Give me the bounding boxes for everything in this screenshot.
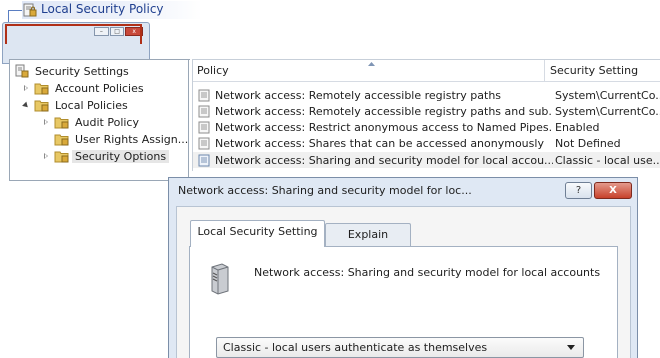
server-icon (211, 263, 229, 295)
highlight-frame (5, 24, 142, 44)
table-row[interactable]: Network access: Remotely accessible regi… (193, 103, 660, 119)
folder-lock-icon (34, 83, 49, 95)
policy-setting: System\CurrentCo... (555, 88, 660, 102)
tree-item-label: Security Options (72, 149, 170, 163)
policy-document-icon (198, 105, 210, 117)
tree-panel-edge (187, 59, 189, 177)
policy-setting: Not Defined (555, 136, 621, 150)
security-policy-icon (23, 3, 37, 17)
tree-item-security-settings[interactable]: Security Settings (14, 63, 132, 79)
tree-item-security-options[interactable]: Security Options (42, 148, 170, 164)
tree-item-label: Audit Policy (75, 115, 139, 129)
help-button[interactable]: ? (565, 182, 592, 199)
policy-list: Policy Security Setting Network access: … (192, 59, 660, 171)
expand-arrow-icon[interactable] (42, 118, 51, 127)
chevron-down-icon[interactable] (567, 345, 575, 350)
policy-name: Network access: Remotely accessible regi… (215, 104, 553, 118)
list-header: Policy Security Setting (193, 60, 660, 82)
tree-item-label: Account Policies (55, 81, 144, 95)
tree-item-user-rights[interactable]: User Rights Assign... (42, 131, 191, 147)
tree-item-label: Local Policies (55, 98, 128, 112)
table-row[interactable]: Network access: Restrict anonymous acces… (193, 119, 660, 135)
tree-item-audit-policy[interactable]: Audit Policy (42, 114, 142, 130)
expand-arrow-icon[interactable] (22, 84, 31, 93)
expander (42, 135, 51, 144)
policy-name: Network access: Sharing and security mod… (215, 153, 553, 167)
policy-setting: Enabled (555, 120, 600, 134)
policy-setting: System\CurrentCo... (555, 104, 660, 118)
dialog-content: Explain Local Security Setting Network a… (176, 206, 631, 358)
callout-line (8, 10, 22, 11)
collapse-arrow-icon[interactable] (22, 101, 31, 110)
policy-document-icon (198, 89, 210, 101)
folder-lock-icon (54, 151, 69, 163)
tab-explain[interactable]: Explain (325, 223, 411, 247)
close-button[interactable]: X (594, 182, 632, 199)
dialog-title: Network access: Sharing and security mod… (178, 184, 472, 197)
policy-name: Network access: Shares that can be acces… (215, 136, 544, 150)
window-title: Local Security Policy (41, 2, 164, 16)
policy-document-icon (198, 154, 210, 166)
tab-panel: Network access: Sharing and security mod… (189, 246, 618, 358)
tree-item-label: User Rights Assign... (75, 132, 189, 146)
sort-ascending-icon (368, 62, 375, 66)
security-settings-icon (15, 64, 29, 78)
policy-setting: Classic - local use... (555, 153, 660, 167)
dropdown-selected-value: Classic - local users authenticate as th… (223, 341, 488, 354)
table-row[interactable]: Network access: Remotely accessible regi… (193, 87, 660, 103)
folder-lock-icon (54, 134, 69, 146)
policy-document-icon (198, 137, 210, 149)
column-header-security-setting[interactable]: Security Setting (546, 60, 660, 82)
tree-item-label: Security Settings (35, 64, 129, 78)
policy-name: Network access: Remotely accessible regi… (215, 88, 502, 102)
folder-lock-icon (54, 117, 69, 129)
policy-document-icon (198, 121, 210, 133)
tree-item-local-policies[interactable]: Local Policies (22, 97, 131, 113)
properties-dialog: Network access: Sharing and security mod… (168, 177, 638, 358)
tab-local-security-setting[interactable]: Local Security Setting (190, 220, 325, 247)
policy-name: Network access: Restrict anonymous acces… (215, 120, 553, 134)
setting-dropdown[interactable]: Classic - local users authenticate as th… (216, 337, 584, 358)
tree-item-account-policies[interactable]: Account Policies (22, 80, 147, 96)
folder-lock-icon (34, 100, 49, 112)
expand-arrow-icon[interactable] (42, 152, 51, 161)
setting-name: Network access: Sharing and security mod… (254, 266, 601, 279)
table-row-selected[interactable]: Network access: Sharing and security mod… (193, 152, 660, 168)
table-row[interactable]: Network access: Shares that can be acces… (193, 135, 660, 151)
